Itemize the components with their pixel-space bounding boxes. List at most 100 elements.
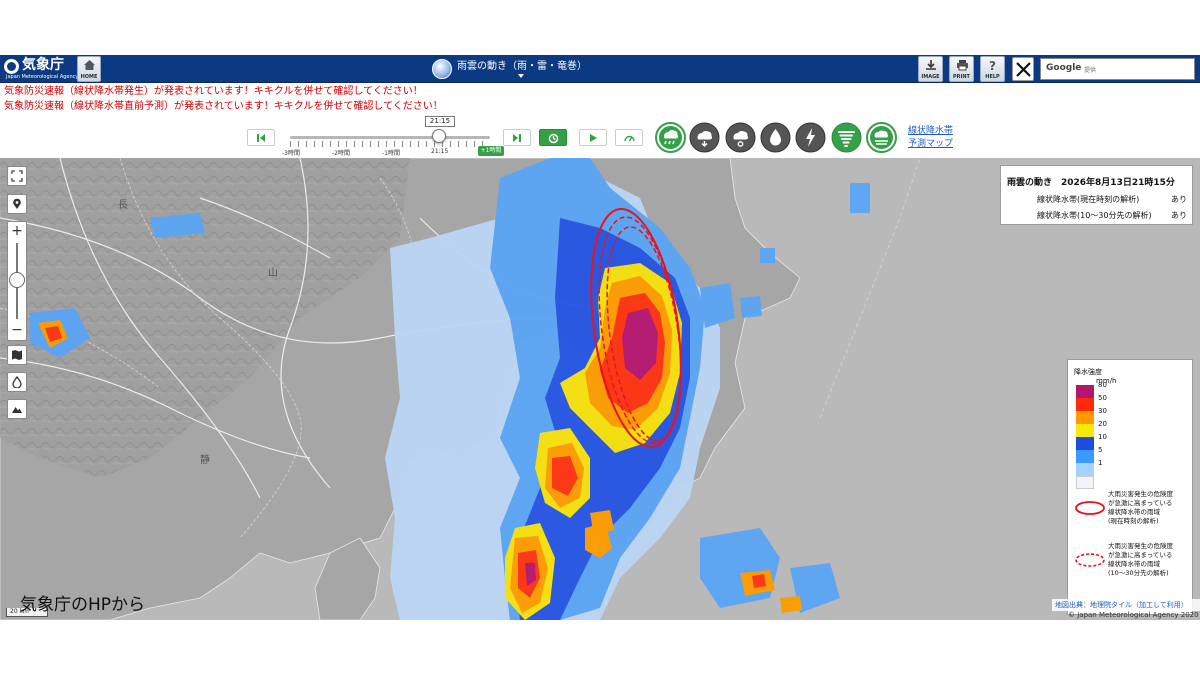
mountain-icon: [12, 407, 22, 413]
page: 気象庁 Japan Meteorological Agency HOME 雨雲の…: [0, 0, 1200, 675]
legend-solid-desc: 大雨災害発生の危険度 が急激に高まっている 線状降水帯の雨域 (現在時刻の解析): [1108, 490, 1173, 525]
print-button[interactable]: PRINT: [949, 56, 974, 82]
zoom-in-button[interactable]: +: [8, 222, 26, 240]
location-pin-icon: [13, 198, 21, 209]
rain-cloud-icon: [655, 122, 686, 153]
place-label-naga: 長: [118, 199, 128, 211]
legend-swatch: [1076, 463, 1094, 476]
fullscreen-button[interactable]: [7, 166, 27, 186]
logo-subtext: Japan Meteorological Agency: [6, 74, 79, 80]
speedometer-icon: [624, 135, 635, 142]
status-info-box: 雨雲の動き 2026年8月13日21時15分 線状降水帯(現在時刻の解析) あり…: [1000, 165, 1193, 225]
print-label: PRINT: [953, 74, 970, 80]
speed-button[interactable]: [615, 129, 643, 146]
cloud-forecast-icon: [725, 122, 756, 153]
map-icon: [12, 350, 22, 360]
jump-start-button[interactable]: [247, 129, 275, 146]
legend-swatch: [1076, 424, 1094, 437]
page-title: 雨雲の動き（雨・雷・竜巻）: [457, 61, 587, 72]
legend-level-label: 1: [1098, 459, 1103, 467]
linear-band-forecast-map-link-line2[interactable]: 予測マップ: [908, 139, 953, 150]
map-attribution-link[interactable]: 地図出典：地理院タイル（加工して利用）: [1052, 599, 1200, 611]
zoom-slider-knob[interactable]: [9, 272, 25, 288]
latest-time-button[interactable]: [539, 129, 567, 146]
time-slider-thumb[interactable]: [432, 129, 446, 143]
legend-swatch: [1076, 411, 1094, 424]
info-row-forecast-value: あり: [1171, 211, 1187, 220]
x-logo-icon: [1016, 62, 1031, 77]
layer-cloud-forecast-button[interactable]: [725, 122, 756, 153]
info-row-current-label: 線状降水帯(現在時刻の解析): [1037, 195, 1140, 204]
tick-minus-2h: -2時間: [332, 150, 350, 157]
legend-title: 降水強度: [1074, 368, 1102, 376]
chevron-down-icon: [518, 74, 524, 78]
tick-now: 21:15: [431, 148, 449, 155]
zoom-out-button[interactable]: −: [8, 322, 26, 340]
time-bubble: 21:15: [425, 116, 455, 127]
play-icon: [590, 134, 597, 142]
home-button[interactable]: HOME: [77, 56, 101, 82]
lightning-icon: [795, 122, 826, 153]
tick-minus-1h: -1時間: [382, 150, 400, 157]
jump-end-button[interactable]: [503, 129, 531, 146]
logo-text: 気象庁: [22, 57, 64, 73]
current-location-button[interactable]: [7, 194, 27, 214]
image-caption: 気象庁のHPから: [20, 595, 146, 615]
place-label-yama: 山: [268, 267, 278, 279]
rain-layer-toggle-button[interactable]: [7, 372, 27, 392]
skip-start-icon: [257, 134, 265, 142]
tick-minus-3h: -3時間: [282, 150, 300, 157]
help-button[interactable]: ? HELP: [980, 56, 1005, 82]
copyright-text: © Japan Meteorological Agency 2020: [1068, 611, 1199, 619]
legend-level-label: 20: [1098, 420, 1107, 428]
place-label-shizu: 静: [200, 453, 210, 466]
legend-solid-ellipse-icon: [1075, 501, 1105, 515]
jma-logo[interactable]: 気象庁 Japan Meteorological Agency: [4, 57, 78, 81]
printer-icon: [957, 60, 968, 71]
tornado-icon: [831, 122, 862, 153]
search-brand: Google: [1046, 63, 1082, 73]
fullscreen-icon: [11, 170, 23, 182]
clock-refresh-icon: [548, 133, 559, 144]
layer-drop-button[interactable]: [760, 122, 791, 153]
legend-swatch: [1076, 398, 1094, 411]
globe-icon: [432, 59, 452, 79]
home-icon: [84, 60, 95, 70]
layer-linear-band-button[interactable]: [866, 122, 897, 153]
play-button[interactable]: [579, 129, 607, 146]
legend-dashed-desc: 大雨災害発生の危険度 が急激に高まっている 線状降水帯の雨域 (10〜30分先の…: [1108, 542, 1173, 577]
legend-swatch: [1076, 450, 1094, 463]
layer-cloud-button[interactable]: [689, 122, 720, 153]
legend-swatch: [1076, 437, 1094, 450]
jma-emblem-icon: [4, 59, 19, 74]
search-input[interactable]: Google 提供: [1040, 58, 1195, 80]
legend-swatch: [1076, 385, 1094, 398]
legend-level-label: 5: [1098, 446, 1103, 454]
info-row-current-value: あり: [1171, 195, 1187, 204]
legend-level-label: 50: [1098, 394, 1107, 402]
image-button[interactable]: IMAGE: [918, 56, 943, 82]
layer-rain-button[interactable]: [655, 122, 686, 153]
skip-end-icon: [513, 134, 521, 142]
legend-swatch: [1076, 476, 1094, 489]
warning-linear-band-occurrence[interactable]: 気象防災速報（線状降水帯発生）が発表されています！キキクルを併せて確認してくださ…: [4, 86, 423, 98]
tick-plus-1h: +1時間: [478, 146, 504, 156]
header-bar: 気象庁 Japan Meteorological Agency HOME 雨雲の…: [0, 55, 1200, 83]
help-icon: ?: [989, 59, 996, 71]
home-label: HOME: [80, 74, 98, 80]
time-slider-track[interactable]: [290, 136, 490, 139]
time-slider-ticks: [290, 141, 490, 147]
map-style-button[interactable]: [7, 345, 27, 365]
layer-tornado-button[interactable]: [831, 122, 862, 153]
map-canvas[interactable]: 長 山 静: [0, 158, 1200, 620]
terrain-button[interactable]: [7, 399, 27, 419]
info-title: 雨雲の動き 2026年8月13日21時15分: [1007, 178, 1175, 188]
linear-band-forecast-map-link[interactable]: 線状降水帯: [908, 126, 953, 137]
help-label: HELP: [985, 74, 1000, 80]
rain-radar-map[interactable]: 長 山 静 + − 雨雲の動き 2026年8月13日21時15分 線状降水帯(現…: [0, 158, 1200, 620]
warning-linear-band-forecast[interactable]: 気象防災速報（線状降水帯直前予測）が発表されています！キキクルを併せて確認してく…: [4, 101, 443, 113]
x-share-button[interactable]: [1012, 57, 1034, 81]
zoom-control[interactable]: + −: [7, 221, 27, 341]
download-icon: [926, 60, 936, 70]
layer-thunder-button[interactable]: [795, 122, 826, 153]
